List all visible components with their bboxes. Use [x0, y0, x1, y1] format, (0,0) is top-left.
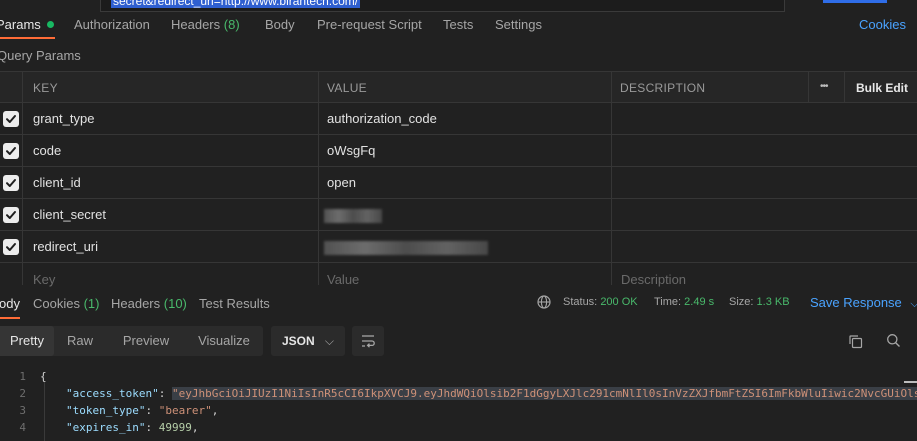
col-header-key: KEY	[33, 81, 58, 95]
request-tabs: Params Authorization Headers (8) Body Pr…	[0, 12, 917, 39]
wrap-icon	[362, 335, 375, 348]
new-value-input[interactable]: Value	[327, 272, 359, 287]
param-value[interactable]: oWsgFq	[327, 143, 375, 158]
query-params-title: Query Params	[0, 48, 81, 63]
table-row: client_secret	[0, 199, 917, 231]
bulk-edit-button[interactable]: Bulk Edit	[856, 81, 908, 95]
scrollbar-marker[interactable]	[904, 381, 917, 383]
cookies-link[interactable]: Cookies	[859, 17, 906, 32]
response-size: Size: 1.3 KB	[729, 296, 790, 308]
col-header-value: VALUE	[327, 81, 367, 95]
format-select[interactable]: JSON ⌵	[271, 326, 345, 356]
table-row: code oWsgFq	[0, 135, 917, 167]
line-number: 3	[19, 404, 26, 417]
view-raw-button[interactable]: Raw	[54, 326, 106, 356]
time-value: 2.49 s	[684, 296, 715, 308]
tab-tests[interactable]: Tests	[443, 17, 473, 32]
response-view-toolbar: Pretty Raw Preview Visualize JSON ⌵	[0, 326, 917, 356]
param-key[interactable]: code	[33, 143, 61, 158]
size-value: 1.3 KB	[756, 296, 790, 308]
row-checkbox[interactable]	[3, 175, 19, 191]
column-divider	[22, 71, 23, 285]
code-line: "access_token": "eyJhbGciOiJIUzI1NiIsInR…	[66, 387, 917, 400]
new-key-input[interactable]: Key	[33, 272, 55, 287]
view-visualize-button[interactable]: Visualize	[186, 326, 262, 356]
response-time: Time: 2.49 s	[654, 296, 715, 308]
url-input[interactable]: secret&redirect_uri=http://www.birantech…	[100, 0, 785, 12]
row-checkbox[interactable]	[3, 143, 19, 159]
row-checkbox[interactable]	[3, 207, 19, 223]
param-value-redacted[interactable]	[324, 209, 382, 223]
url-selected-text: secret&redirect_uri=http://www.birantech…	[111, 0, 361, 8]
param-value[interactable]: authorization_code	[327, 111, 437, 126]
more-options-icon[interactable]: •••	[820, 81, 828, 92]
status-value: 200 OK	[600, 296, 638, 308]
params-table-header: KEY VALUE DESCRIPTION ••• Bulk Edit	[0, 71, 917, 103]
tab-test-results[interactable]: Test Results	[199, 296, 270, 311]
save-response-button[interactable]: Save Response ⌵	[810, 295, 917, 311]
active-tab-indicator	[0, 37, 55, 39]
column-divider	[808, 71, 809, 103]
column-divider	[611, 71, 612, 285]
param-key[interactable]: client_id	[33, 175, 81, 190]
indent-guide	[44, 382, 45, 441]
view-preview-button[interactable]: Preview	[108, 326, 184, 356]
param-key[interactable]: redirect_uri	[33, 239, 98, 254]
tab-params[interactable]: Params	[0, 17, 54, 32]
view-pretty-button[interactable]: Pretty	[0, 326, 54, 356]
response-status: Status: 200 OK	[563, 296, 638, 308]
globe-icon[interactable]	[537, 295, 551, 312]
column-divider	[318, 71, 319, 285]
param-value[interactable]: open	[327, 175, 356, 190]
col-header-description: DESCRIPTION	[620, 81, 706, 95]
param-key[interactable]: client_secret	[33, 207, 106, 222]
code-line: "expires_in": 49999,	[66, 421, 199, 434]
tab-pre-request-script[interactable]: Pre-request Script	[317, 17, 422, 32]
table-row: grant_type authorization_code	[0, 103, 917, 135]
param-value-redacted[interactable]	[324, 241, 488, 255]
row-checkbox[interactable]	[3, 239, 19, 255]
response-tabs: ody Cookies (1) Headers (10) Test Result…	[0, 290, 917, 319]
wrap-lines-button[interactable]	[352, 326, 384, 356]
params-active-dot	[46, 21, 54, 29]
row-checkbox[interactable]	[3, 111, 19, 127]
tab-authorization[interactable]: Authorization	[74, 17, 150, 32]
active-response-tab-indicator	[0, 317, 20, 319]
table-row: client_id open	[0, 167, 917, 199]
chevron-down-icon: ⌵	[910, 298, 917, 310]
code-line: "token_type": "bearer",	[66, 404, 219, 417]
line-number: 4	[19, 421, 26, 434]
table-row: redirect_uri	[0, 231, 917, 263]
copy-icon[interactable]	[848, 334, 863, 352]
code-line: {	[40, 370, 47, 383]
tab-body[interactable]: Body	[265, 17, 295, 32]
tab-settings[interactable]: Settings	[495, 17, 542, 32]
tab-headers[interactable]: Headers (8)	[171, 17, 240, 32]
param-key[interactable]: grant_type	[33, 111, 94, 126]
search-icon[interactable]	[886, 333, 901, 351]
line-number: 1	[19, 370, 26, 383]
column-divider	[844, 71, 845, 103]
new-description-input[interactable]: Description	[621, 272, 686, 287]
chevron-down-icon: ⌵	[324, 334, 334, 348]
tab-response-headers[interactable]: Headers (10)	[111, 296, 187, 311]
tab-response-body[interactable]: ody	[0, 296, 20, 311]
line-number: 2	[19, 387, 26, 400]
tab-response-cookies[interactable]: Cookies (1)	[33, 296, 99, 311]
response-body-code[interactable]: 1 { 2 "access_token": "eyJhbGciOiJIUzI1N…	[0, 366, 917, 441]
send-button[interactable]	[823, 0, 887, 3]
view-mode-group: Pretty Raw Preview Visualize	[0, 326, 263, 356]
